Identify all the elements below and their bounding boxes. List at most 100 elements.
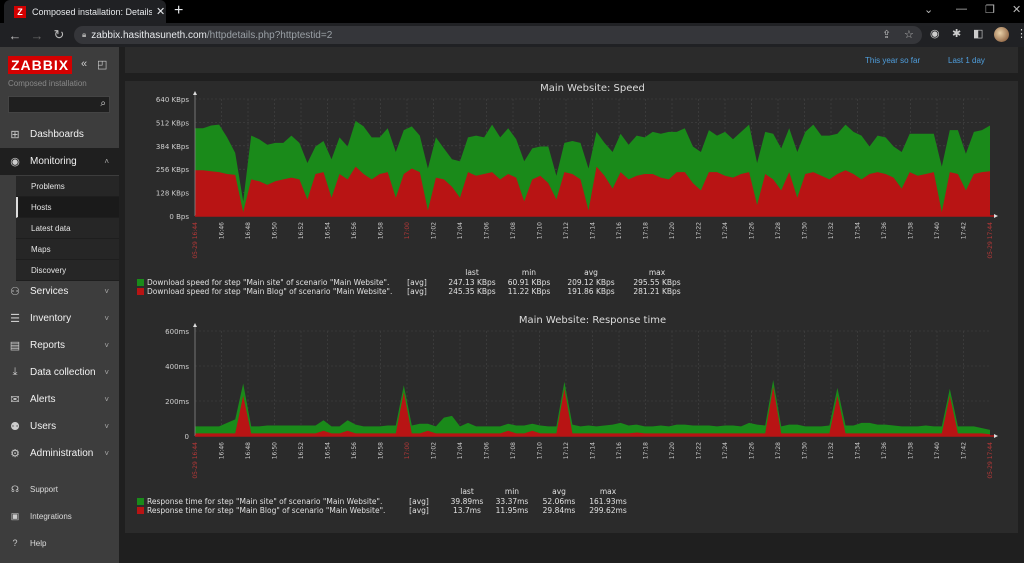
green-swatch (137, 279, 144, 286)
x-tick-label: 17:22 (696, 442, 703, 459)
menu-users[interactable]: ⚉ Users ˅ (0, 413, 119, 440)
y-tick-label: 200ms (165, 398, 189, 406)
tab-close-icon[interactable]: ✕ (156, 5, 165, 18)
menu-reports[interactable]: ▤ Reports ˅ (0, 332, 119, 359)
footer-label: Help (30, 538, 47, 548)
time-link-this-year[interactable]: This year so far (865, 56, 920, 65)
legend-max: 281.21 KBps (633, 287, 681, 296)
response-time-chart-legend: last min avg max Response time for step … (137, 487, 737, 517)
dashboard-icon: ⊞ (10, 129, 20, 141)
y-tick-label: 128 KBps (156, 190, 189, 198)
search-icon[interactable]: ⌕ (100, 98, 106, 109)
x-tick-label: 16:46 (219, 222, 226, 239)
chevron-down-icon: ˅ (104, 341, 109, 350)
x-tick-label: 17:28 (775, 442, 782, 459)
users-icon: ⚉ (10, 421, 20, 433)
x-tick-label: 16:58 (378, 442, 385, 459)
time-link-last-1-day[interactable]: Last 1 day (948, 56, 985, 65)
x-tick-label: 17:20 (669, 442, 676, 459)
submenu-hosts[interactable]: Hosts (16, 197, 119, 218)
menu-data-collection[interactable]: ⤓ Data collection ˅ (0, 359, 119, 386)
footer-support[interactable]: ☊ Support (0, 479, 119, 499)
zabbix-logo[interactable]: ZABBIX (8, 56, 73, 74)
x-tick-label: 16:56 (351, 222, 358, 239)
camera-extension-icon[interactable]: ◉ (930, 27, 940, 40)
minimize-icon[interactable]: — (956, 3, 967, 15)
menu-services[interactable]: ⚇ Services ˅ (0, 278, 119, 305)
x-tick-label: 17:42 (961, 442, 968, 459)
x-tick-label: 17:34 (855, 222, 862, 239)
side-panel-icon[interactable]: ◧ (973, 27, 983, 40)
chevron-up-icon: ˄ (104, 157, 109, 166)
x-tick-label: 17:38 (908, 222, 915, 239)
x-tick-label: 17:42 (961, 222, 968, 239)
x-tick-label: 16:54 (325, 442, 332, 459)
y-tick-label: 600ms (165, 328, 189, 336)
hide-sidebar-icon[interactable]: ◰ (97, 58, 107, 71)
headset-icon: ☊ (11, 483, 19, 494)
footer-help[interactable]: ? Help (0, 533, 119, 553)
window-close-icon[interactable]: ✕ (1012, 3, 1021, 16)
share-icon[interactable]: ⇪ (882, 28, 891, 41)
chevron-down-icon: ˅ (104, 287, 109, 296)
report-icon: ▤ (9, 340, 21, 352)
browser-tab[interactable]: Z Composed installation: Details of ✕ (4, 0, 166, 23)
footer-label: Integrations (30, 511, 72, 521)
legend-min: 11.22 KBps (507, 287, 551, 296)
maximize-icon[interactable]: ❐ (985, 3, 995, 16)
speed-chart: Main Website: Speed 0 Bps 128 KBps 256 KBps… (156, 83, 998, 259)
new-tab-icon[interactable]: + (174, 2, 183, 20)
x-tick-label: 17:02 (431, 222, 438, 239)
red-swatch (137, 507, 144, 514)
y-axis-arrow-icon (193, 91, 197, 95)
chevron-down-icon: ˅ (104, 368, 109, 377)
services-icon: ⚇ (10, 286, 20, 298)
x-tick-label: 17:02 (431, 442, 438, 459)
submenu-maps[interactable]: Maps (16, 239, 119, 260)
reload-icon[interactable]: ↻ (48, 27, 70, 43)
legend-last: 245.35 KBps (448, 287, 496, 296)
collapse-sidebar-icon[interactable]: « (81, 58, 87, 70)
tab-search-icon[interactable]: ⌄ (924, 3, 933, 16)
legend-max: 295.55 KBps (633, 278, 681, 287)
url-path: /httpdetails.php?httptestid=2 (206, 29, 333, 41)
browser-menu-icon[interactable]: ⋮ (1016, 27, 1024, 40)
menu-alerts[interactable]: ✉ Alerts ˅ (0, 386, 119, 413)
legend-col-max: max (599, 487, 617, 496)
legend-label: Download speed for step "Main site" of s… (147, 278, 390, 287)
menu-label: Monitoring (30, 156, 77, 167)
chart-title: Main Website: Response time (519, 315, 666, 326)
monitoring-submenu: Problems Hosts Latest data Maps Discover… (16, 176, 119, 281)
footer-integrations[interactable]: ▣ Integrations (0, 506, 119, 526)
back-icon[interactable]: ← (4, 28, 26, 43)
legend-max: 161.93ms (589, 497, 627, 506)
zabbix-favicon-icon: Z (14, 5, 26, 18)
extensions-puzzle-icon[interactable]: ✱ (952, 27, 961, 40)
submenu-problems[interactable]: Problems (16, 176, 119, 197)
menu-label: Data collection (30, 367, 96, 378)
zabbix-z-icon: ▣ (10, 510, 20, 521)
x-tick-label: 17:06 (484, 442, 491, 459)
chevron-down-icon: ˅ (104, 314, 109, 323)
x-tick-label: 17:00 (404, 222, 411, 239)
list-icon: ☰ (10, 313, 20, 325)
x-tick-label: 16:58 (378, 222, 385, 239)
download-icon: ⤓ (12, 366, 18, 378)
menu-monitoring[interactable]: ◉ Monitoring ˄ (0, 148, 119, 175)
menu-dashboards[interactable]: ⊞ Dashboards (0, 121, 119, 148)
menu-inventory[interactable]: ☰ Inventory ˅ (0, 305, 119, 332)
bookmark-star-icon[interactable]: ☆ (904, 28, 914, 41)
menu-administration[interactable]: ⚙ Administration ˅ (0, 440, 119, 467)
menu-label: Dashboards (30, 129, 84, 140)
url-bar[interactable]: 🔒︎ zabbix.hasithasuneth.com/httpdetails.… (74, 26, 922, 44)
forward-icon[interactable]: → (26, 28, 48, 43)
x-end-label: 05-29 17:44 (987, 442, 994, 479)
x-tick-label: 16:48 (245, 222, 252, 239)
submenu-latest-data[interactable]: Latest data (16, 218, 119, 239)
search-input[interactable]: ⌕ (8, 96, 110, 113)
x-tick-label: 17:08 (510, 442, 517, 459)
x-axis-arrow-icon (994, 214, 998, 218)
x-end-label: 05-29 17:44 (987, 222, 994, 259)
profile-avatar[interactable] (994, 27, 1009, 42)
chevron-down-icon: ˅ (104, 395, 109, 404)
